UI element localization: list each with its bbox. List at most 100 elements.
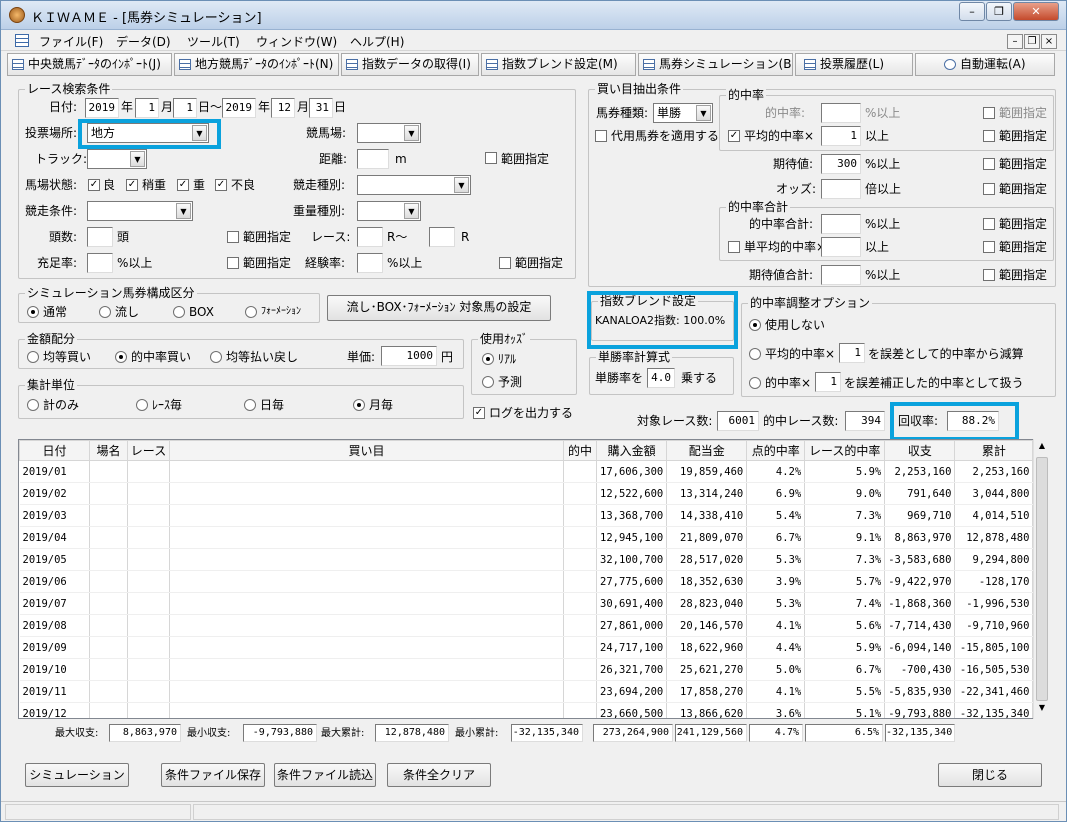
adjust-none-radio[interactable] <box>749 319 761 331</box>
odds-range-checkbox[interactable] <box>983 183 995 195</box>
to-month-input[interactable]: 12 <box>271 98 295 118</box>
expect-range-checkbox[interactable] <box>983 158 995 170</box>
adjust-avg-radio[interactable] <box>749 348 761 360</box>
substitute-checkbox[interactable] <box>595 130 607 142</box>
table-row[interactable]: 2019/06 27,775,600 18,352,630 3.9% 5.7% -9,42… <box>19 570 1034 593</box>
odds-input[interactable] <box>821 179 861 199</box>
comp-box-radio[interactable] <box>173 306 185 318</box>
table-row[interactable]: 2019/04 12,945,100 21,809,070 6.7% 9.1% 8,863… <box>19 526 1034 549</box>
index-blend-button[interactable]: 指数ブレンド設定(M) <box>481 53 636 76</box>
heads-range-checkbox[interactable] <box>227 231 239 243</box>
win-calc-input[interactable]: 4.0 <box>647 368 675 388</box>
amount-hit-radio[interactable] <box>115 351 127 363</box>
table-row[interactable]: 2019/09 24,717,100 18,622,960 4.4% 5.9% -6,09… <box>19 636 1034 659</box>
cond-good-checkbox[interactable]: ✓ <box>88 179 100 191</box>
avg-hit-input[interactable]: 1 <box>821 126 861 146</box>
race-kind-select[interactable]: ▼ <box>357 175 471 195</box>
amount-payout-radio[interactable] <box>210 351 222 363</box>
bet-type-select[interactable]: 単勝 ▼ <box>653 103 713 123</box>
unit-price-input[interactable]: 1000 <box>381 346 437 366</box>
menu-tools[interactable]: ツール(T) <box>187 33 240 50</box>
from-month-input[interactable]: 1 <box>135 98 159 118</box>
expect-sum-input[interactable] <box>821 265 861 285</box>
track-select[interactable]: ▼ <box>357 123 421 143</box>
single-avg-checkbox[interactable] <box>728 241 740 253</box>
output-log-checkbox[interactable]: ✓ <box>473 407 485 419</box>
distance-range-checkbox[interactable] <box>485 152 497 164</box>
mdi-close-button[interactable]: × <box>1041 34 1057 49</box>
tally-month-radio[interactable] <box>353 399 365 411</box>
column-header[interactable]: レース <box>127 440 170 461</box>
experience-input[interactable] <box>357 253 383 273</box>
experience-range-checkbox[interactable] <box>499 257 511 269</box>
comp-normal-radio[interactable] <box>27 306 39 318</box>
weight-kind-select[interactable]: ▼ <box>357 201 421 221</box>
table-row[interactable]: 2019/11 23,694,200 17,858,270 4.1% 5.5% -5,83… <box>19 680 1034 703</box>
menu-window[interactable]: ウィンドウ(W) <box>256 33 337 50</box>
menu-file[interactable]: ファイル(F) <box>39 33 103 50</box>
hit-sum-input[interactable] <box>821 214 861 234</box>
avg-hit-range-checkbox[interactable] <box>983 130 995 142</box>
adjust-hit-radio[interactable] <box>749 377 761 389</box>
column-header[interactable]: 日付 <box>19 440 90 461</box>
distance-input[interactable] <box>357 149 389 169</box>
import-central-button[interactable]: 中央競馬ﾃﾞｰﾀのｲﾝﾎﾟｰﾄ(J) <box>7 53 172 76</box>
load-condition-button[interactable]: 条件ファイル読込 <box>274 763 376 787</box>
hit-rate-input[interactable] <box>821 103 861 123</box>
race-condition-select[interactable]: ▼ <box>87 201 193 221</box>
column-header[interactable]: レース的中率 <box>804 440 886 461</box>
avg-hit-checkbox[interactable]: ✓ <box>728 130 740 142</box>
auto-run-button[interactable]: 自動運転(A) <box>915 53 1055 76</box>
fill-range-checkbox[interactable] <box>227 257 239 269</box>
minimize-button[interactable]: – <box>959 2 985 21</box>
table-vertical-scrollbar[interactable]: ▲ ▼ <box>1033 439 1049 719</box>
table-row[interactable]: 2019/08 27,861,000 20,146,570 4.1% 5.6% -7,71… <box>19 614 1034 637</box>
comp-nagashi-radio[interactable] <box>99 306 111 318</box>
table-row[interactable]: 2019/07 30,691,400 28,823,040 5.3% 7.4% -1,86… <box>19 592 1034 615</box>
close-window-button[interactable]: ✕ <box>1013 2 1059 21</box>
column-header[interactable]: 的中 <box>563 440 597 461</box>
result-table[interactable]: 日付 場名 レース 買い目 的中 購入金額 配当金 点的中率 レース的中率 収支 累計 2019/0… <box>18 439 1049 719</box>
column-header[interactable]: 点的中率 <box>746 440 806 461</box>
menu-help[interactable]: ヘルプ(H) <box>350 33 404 50</box>
odds-predict-radio[interactable] <box>482 376 494 388</box>
race-from-input[interactable] <box>357 227 383 247</box>
bet-simulation-button[interactable]: 馬券シミュレーション(B) <box>638 53 793 76</box>
to-day-input[interactable]: 31 <box>309 98 333 118</box>
save-condition-button[interactable]: 条件ファイル保存 <box>161 763 265 787</box>
hit-range-checkbox[interactable] <box>983 107 995 119</box>
odds-real-radio[interactable] <box>482 353 494 365</box>
table-row[interactable]: 2019/02 12,522,600 13,314,240 6.9% 9.0% 791,6… <box>19 482 1034 505</box>
mdi-minimize-button[interactable]: – <box>1007 34 1023 49</box>
table-row[interactable]: 2019/01 17,606,300 19,859,460 4.2% 5.9% 2,253… <box>19 460 1034 483</box>
column-header[interactable]: 場名 <box>89 440 128 461</box>
adjust-hit-input[interactable]: 1 <box>815 372 841 392</box>
hit-sum-range-checkbox[interactable] <box>983 218 995 230</box>
import-local-button[interactable]: 地方競馬ﾃﾞｰﾀのｲﾝﾎﾟｰﾄ(N) <box>174 53 339 76</box>
heads-input[interactable] <box>87 227 113 247</box>
simulate-button[interactable]: シミュレーション <box>25 763 129 787</box>
tally-race-radio[interactable] <box>136 399 148 411</box>
from-day-input[interactable]: 1 <box>173 98 197 118</box>
mdi-restore-button[interactable]: ❐ <box>1024 34 1040 49</box>
cond-heavy-checkbox[interactable]: ✓ <box>177 179 189 191</box>
to-year-input[interactable]: 2019 <box>222 98 256 118</box>
clear-condition-button[interactable]: 条件全クリア <box>387 763 491 787</box>
column-header[interactable]: 収支 <box>884 440 956 461</box>
from-year-input[interactable]: 2019 <box>85 98 119 118</box>
close-button[interactable]: 閉じる <box>938 763 1042 787</box>
vote-history-button[interactable]: 投票履歴(L) <box>795 53 913 76</box>
race-to-input[interactable] <box>429 227 455 247</box>
expect-sum-range-checkbox[interactable] <box>983 269 995 281</box>
scroll-down-icon[interactable]: ▼ <box>1035 703 1049 717</box>
column-header[interactable]: 購入金額 <box>595 440 668 461</box>
table-row[interactable]: 2019/12 23,660,500 13,866,620 3.6% 5.1% -9,79… <box>19 702 1034 718</box>
restore-button[interactable]: ❐ <box>986 2 1012 21</box>
single-avg-input[interactable] <box>821 237 861 257</box>
fetch-index-button[interactable]: 指数データの取得(I) <box>341 53 479 76</box>
table-row[interactable]: 2019/05 32,100,700 28,517,020 5.3% 7.3% -3,58… <box>19 548 1034 571</box>
scroll-thumb[interactable] <box>1036 457 1048 701</box>
surface-select[interactable]: ▼ <box>87 149 147 169</box>
scroll-up-icon[interactable]: ▲ <box>1035 441 1049 455</box>
menu-data[interactable]: データ(D) <box>116 33 171 50</box>
